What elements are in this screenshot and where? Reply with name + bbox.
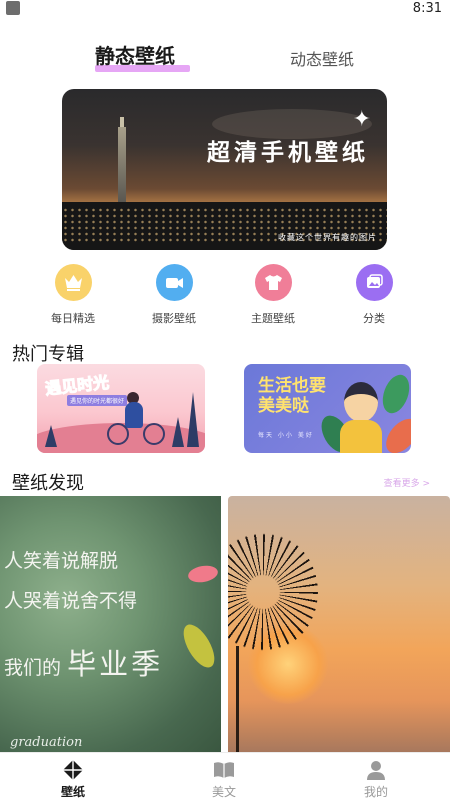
nav-profile[interactable]: 我的 <box>346 759 406 800</box>
girl-head <box>344 382 378 422</box>
category-photography[interactable]: 摄影壁纸 <box>134 264 214 326</box>
video-camera-icon <box>155 264 193 301</box>
quote-line: 人笑着说解脱 <box>4 550 119 572</box>
crown-icon <box>54 264 92 301</box>
nav-label: 我的 <box>363 785 388 799</box>
shirt-icon <box>254 264 292 301</box>
album-subtitle: 遇见你的时光都很好 <box>67 395 128 406</box>
category-label: 分类 <box>363 312 385 325</box>
bike-wheel <box>143 423 165 445</box>
wallpaper-card-dandelion[interactable] <box>228 496 450 752</box>
album-card-time[interactable]: 遇见时光 遇见你的时光都很好 <box>37 364 205 453</box>
rider-figure <box>125 402 143 428</box>
banner-caption: 收藏这个世界有趣的图片 <box>278 233 377 242</box>
bike-wheel <box>107 423 129 445</box>
flower-petal <box>186 563 220 585</box>
album-subtitle: 每天 小小 美好 <box>258 432 314 439</box>
banner-title: 超清手机壁纸 <box>207 140 369 166</box>
quote-line: 我们的 毕业季 <box>4 647 164 681</box>
graduation-caption: graduation <box>10 735 83 750</box>
book-icon <box>212 759 236 781</box>
app-notification-icon <box>6 1 20 15</box>
leaf-decoration <box>177 619 221 673</box>
discover-title: 壁纸发现 <box>12 473 84 494</box>
dandelion-stem <box>236 646 239 752</box>
album-title: 生活也要美美哒 <box>258 376 326 416</box>
album-leaf <box>377 371 411 417</box>
see-more-link[interactable]: 查看更多 > <box>384 476 430 489</box>
album-leaf <box>379 412 411 453</box>
category-themes[interactable]: 主题壁纸 <box>233 264 313 326</box>
category-label: 摄影壁纸 <box>152 312 196 325</box>
hero-banner[interactable]: ✦ 超清手机壁纸 收藏这个世界有趣的图片 <box>62 89 387 250</box>
bottom-navigation: 壁纸 美文 我的 <box>0 752 450 800</box>
album-tree <box>172 417 184 447</box>
nav-articles[interactable]: 美文 <box>194 759 254 800</box>
category-label: 主题壁纸 <box>251 312 295 325</box>
category-shortcuts: 每日精选 摄影壁纸 主题壁纸 分类 <box>0 264 450 328</box>
album-card-life[interactable]: 生活也要美美哒 每天 小小 美好 <box>244 364 411 453</box>
gallery-icon <box>355 264 393 301</box>
category-classify[interactable]: 分类 <box>334 264 414 326</box>
girl-body <box>340 420 382 453</box>
nav-wallpaper[interactable]: 壁纸 <box>43 759 103 800</box>
quote-line: 人哭着说舍不得 <box>4 590 138 612</box>
tab-live-wallpaper[interactable]: 动态壁纸 <box>290 46 354 70</box>
user-icon <box>364 759 388 781</box>
hot-albums-title: 热门专辑 <box>12 344 84 365</box>
tab-static-wallpaper[interactable]: 静态壁纸 <box>95 40 175 69</box>
diamond-icon <box>61 759 85 781</box>
status-bar: 8:31 <box>0 0 450 18</box>
wallpaper-type-tabs: 静态壁纸 动态壁纸 <box>0 40 450 80</box>
album-tree <box>187 392 199 447</box>
wallpaper-card-graduation[interactable]: 人笑着说解脱 人哭着说舍不得 我们的 毕业季 graduation <box>0 496 221 752</box>
nav-label: 美文 <box>211 785 236 799</box>
nav-label: 壁纸 <box>60 785 85 799</box>
category-label: 每日精选 <box>51 312 95 325</box>
album-tree <box>45 425 57 447</box>
status-time: 8:31 <box>412 1 442 16</box>
category-daily-picks[interactable]: 每日精选 <box>33 264 113 326</box>
sparkle-icon: ✦ <box>352 107 371 132</box>
